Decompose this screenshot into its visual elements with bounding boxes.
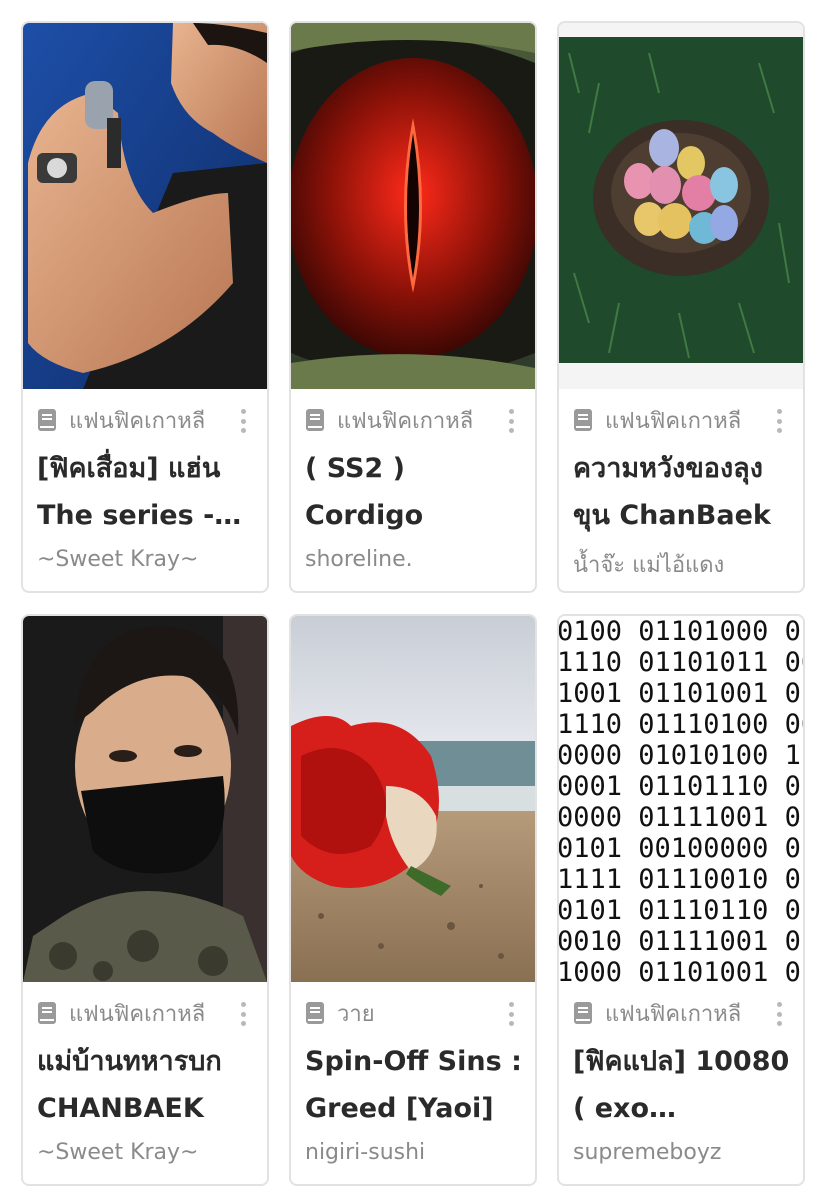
card-meta: แฟนฟิคเกาหลี ความหวังของลุงขุน ChanBaek … [559,389,803,591]
author-name[interactable]: ~Sweet Kray~ [37,547,199,572]
book-icon [306,1002,324,1024]
binary-line: 0101 01110110 0110 [559,895,803,926]
book-icon [306,409,324,431]
story-title[interactable]: แม่บ้านทหารบก CHANBAEK [37,1038,259,1132]
binary-line: 0100 01101000 0110 [559,616,803,647]
story-card[interactable]: วาย Spin-Off Sins : Greed [Yaoi] nigiri-… [289,614,537,1186]
card-meta: แฟนฟิคเกาหลี ( SS2 ) Cordigo shoreline. [291,389,535,591]
story-card[interactable]: แฟนฟิคเกาหลี ความหวังของลุงขุน ChanBaek … [557,21,805,593]
binary-line: 0001 01101110 0110 [559,771,803,802]
more-options-icon[interactable] [769,1000,789,1028]
binary-line: 0010 01111001 0111 [559,926,803,957]
cover-image-singer[interactable] [23,23,267,389]
cover-image-rose-beach[interactable] [291,616,535,982]
story-card[interactable]: 0100 01101000 01101110 01101011 00101001… [557,614,805,1186]
book-icon [38,1002,56,1024]
book-icon [574,1002,592,1024]
cover-image-binary-code[interactable]: 0100 01101000 01101110 01101011 00101001… [559,616,803,982]
binary-line: 1001 01101001 0110 [559,678,803,709]
author-name[interactable]: shoreline. [305,547,413,572]
story-card[interactable]: แฟนฟิคเกาหลี [ฟิคเสื่อม] แฮ่น The series… [21,21,269,593]
category-label: แฟนฟิคเกาหลี [605,1001,742,1027]
card-meta: แฟนฟิคเกาหลี [ฟิคเสื่อม] แฮ่น The series… [23,389,267,591]
more-options-icon[interactable] [501,407,521,435]
story-title[interactable]: [ฟิคแปล] 10080 ( exo chanbae... [573,1038,795,1132]
story-grid: แฟนฟิคเกาหลี [ฟิคเสื่อม] แฮ่น The series… [0,0,825,1200]
card-meta: แฟนฟิคเกาหลี แม่บ้านทหารบก CHANBAEK ~Swe… [23,982,267,1184]
binary-code-image: 0100 01101000 01101110 01101011 00101001… [559,616,803,982]
cover-image-eggs-nest[interactable] [559,23,803,389]
book-icon [38,409,56,431]
binary-line: 0101 00100000 0110 [559,833,803,864]
story-title[interactable]: [ฟิคเสื่อม] แฮ่น The series - C... [37,445,259,539]
more-options-icon[interactable] [501,1000,521,1028]
category-label: แฟนฟิคเกาหลี [69,1001,206,1027]
category-label: แฟนฟิคเกาหลี [337,408,474,434]
story-card[interactable]: แฟนฟิคเกาหลี แม่บ้านทหารบก CHANBAEK ~Swe… [21,614,269,1186]
binary-line: 1110 01110100 0010 [559,709,803,740]
more-options-icon[interactable] [233,1000,253,1028]
author-name[interactable]: น้ำจ๊ะ แม่ไอ้แดง [573,547,724,582]
more-options-icon[interactable] [769,407,789,435]
binary-line: 0000 01111001 0110 [559,802,803,833]
card-meta: แฟนฟิคเกาหลี [ฟิคแปล] 10080 ( exo chanba… [559,982,803,1184]
cover-image-dragon-eye[interactable] [291,23,535,389]
author-name[interactable]: nigiri-sushi [305,1140,425,1165]
category-label: แฟนฟิคเกาหลี [69,408,206,434]
book-icon [574,409,592,431]
author-name[interactable]: supremeboyz [573,1140,721,1165]
binary-line: 0000 01010100 1101 [559,740,803,771]
author-name[interactable]: ~Sweet Kray~ [37,1140,199,1165]
category-label: วาย [337,1001,375,1027]
story-card[interactable]: แฟนฟิคเกาหลี ( SS2 ) Cordigo shoreline. [289,21,537,593]
more-options-icon[interactable] [233,407,253,435]
story-title[interactable]: Spin-Off Sins : Greed [Yaoi] [305,1038,527,1132]
card-meta: วาย Spin-Off Sins : Greed [Yaoi] nigiri-… [291,982,535,1184]
story-title[interactable]: ความหวังของลุงขุน ChanBaek [573,445,795,539]
story-title[interactable]: ( SS2 ) Cordigo [305,445,527,539]
binary-line: 1000 01101001 0110 [559,957,803,982]
binary-line: 1111 01110010 0100 [559,864,803,895]
category-label: แฟนฟิคเกาหลี [605,408,742,434]
cover-image-masked-man[interactable] [23,616,267,982]
binary-line: 1110 01101011 0010 [559,647,803,678]
